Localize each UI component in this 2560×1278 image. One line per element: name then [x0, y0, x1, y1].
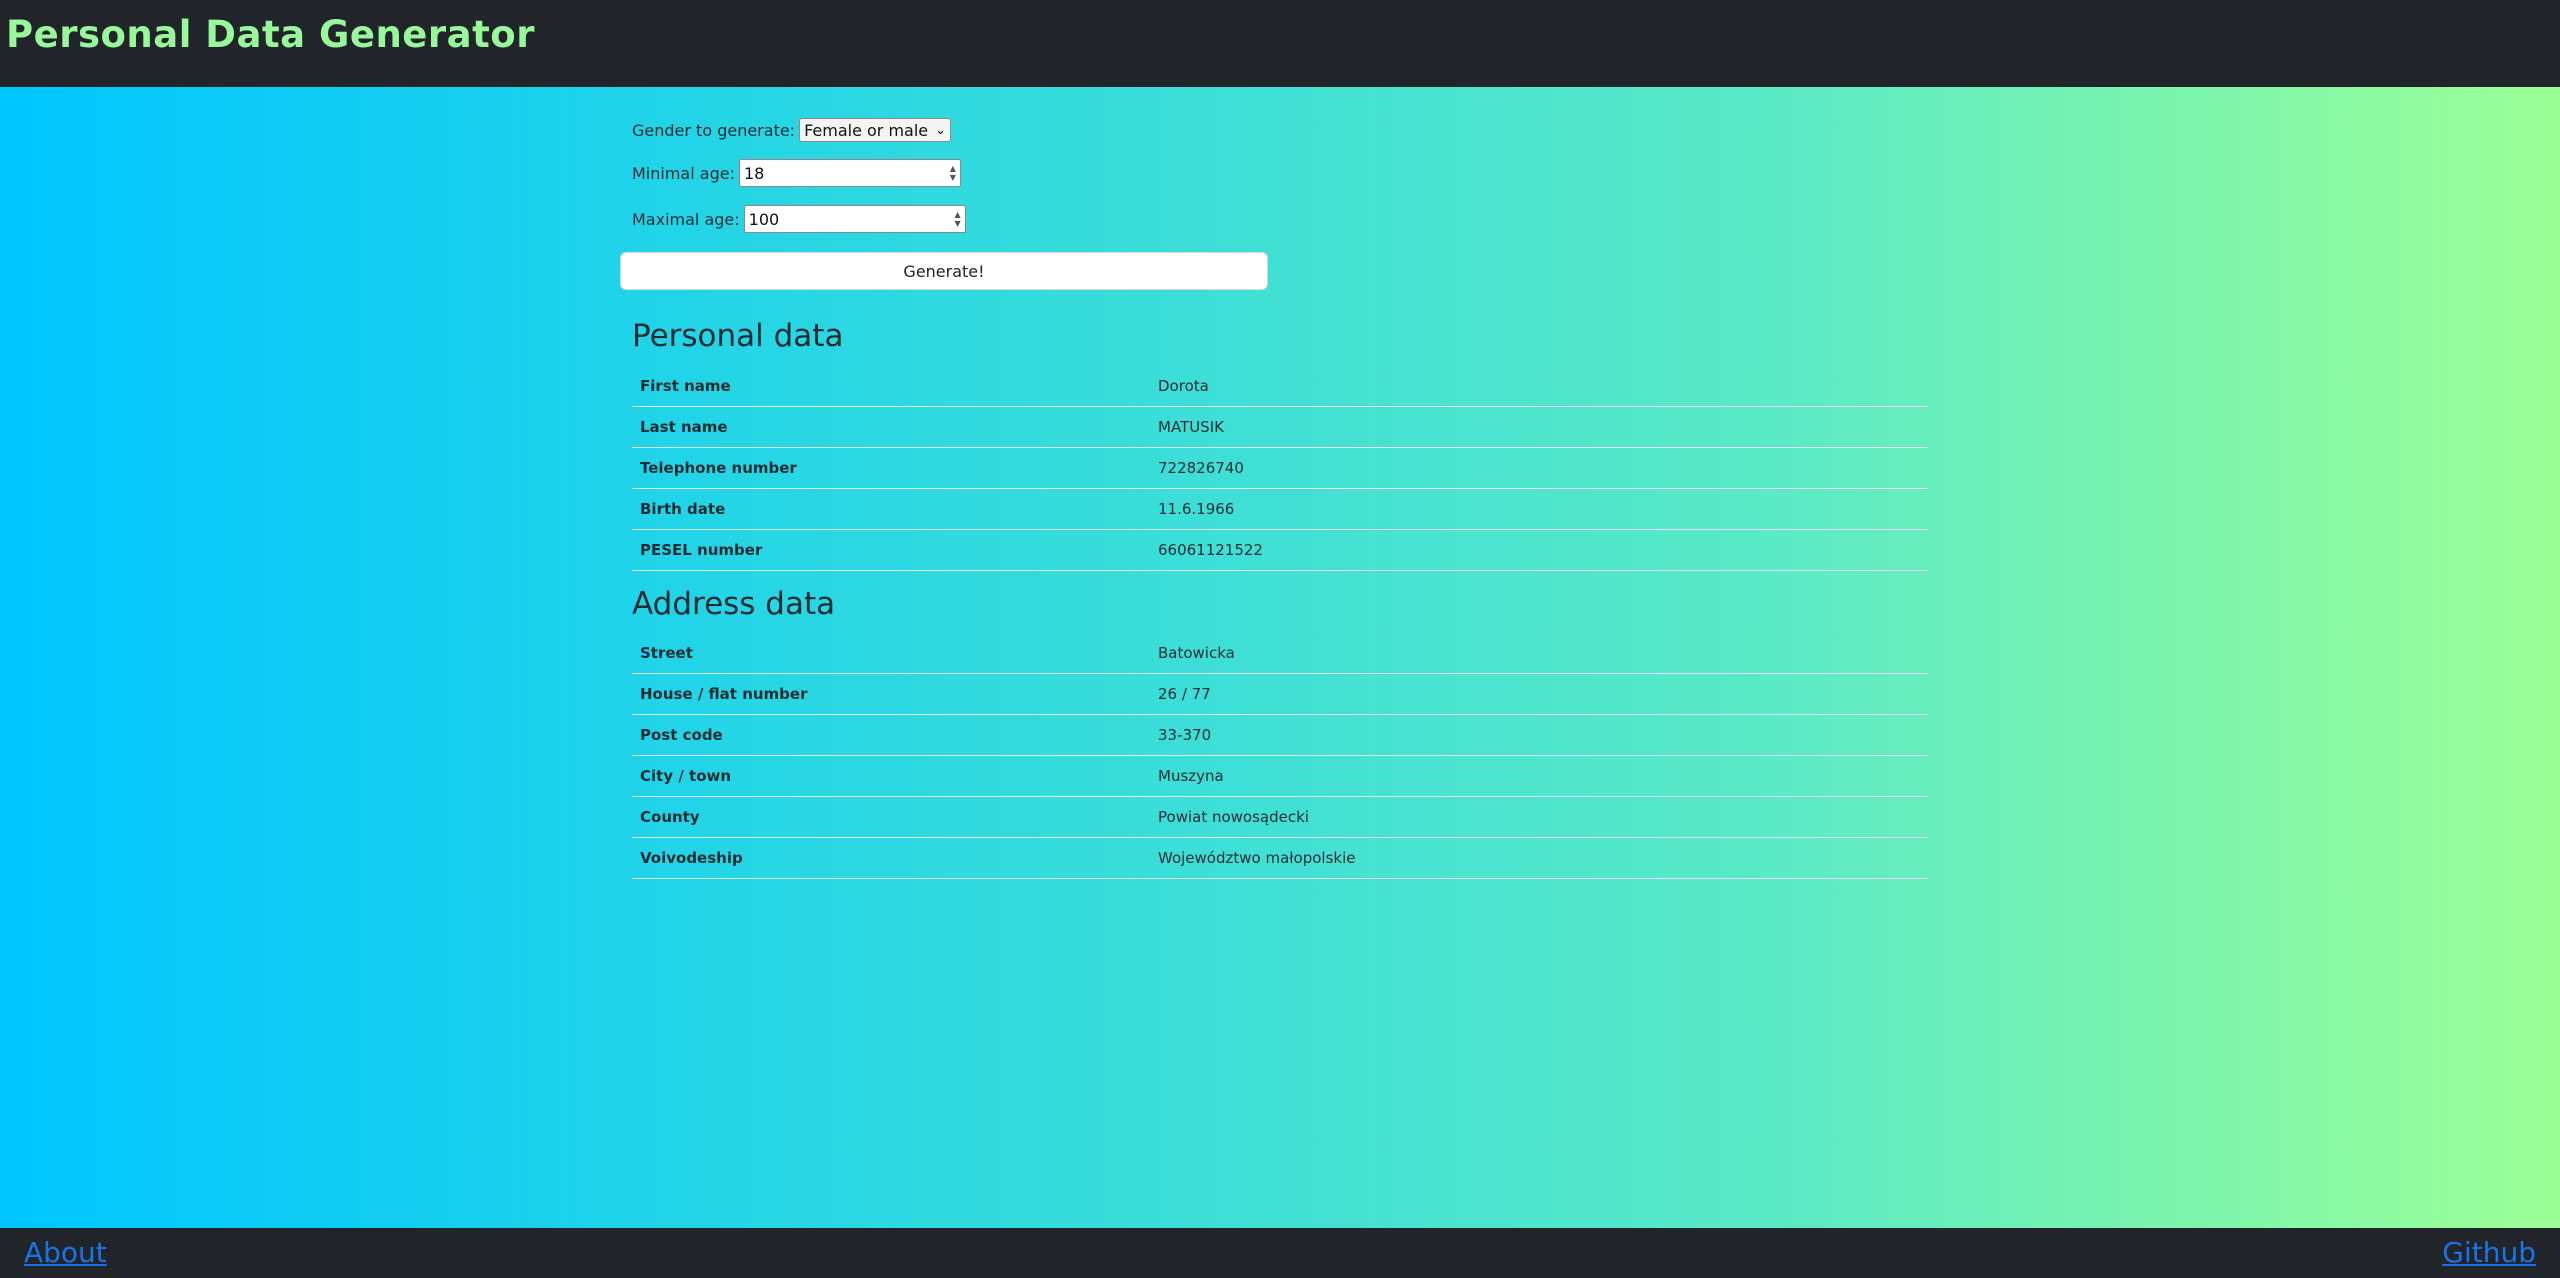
row-value: Batowicka	[1150, 633, 1928, 674]
table-row: Telephone number 722826740	[632, 447, 1928, 489]
row-label: PESEL number	[632, 529, 1150, 571]
row-label: Voivodeship	[632, 837, 1150, 879]
table-row: Voivodeship Województwo małopolskie	[632, 837, 1928, 879]
row-label: House / flat number	[632, 673, 1150, 715]
gender-label: Gender to generate:	[632, 120, 796, 140]
table-row: Birth date 11.6.1966	[632, 488, 1928, 530]
row-label: Telephone number	[632, 447, 1150, 489]
row-value: 722826740	[1150, 447, 1928, 489]
row-label: Last name	[632, 406, 1150, 448]
row-label: First name	[632, 366, 1150, 407]
table-row: Last name MATUSIK	[632, 406, 1928, 448]
app-title: Personal Data Generator	[6, 13, 535, 56]
max-age-row: Maximal age: 100 ▲ ▼	[632, 205, 966, 233]
table-row: City / town Muszyna	[632, 755, 1928, 797]
row-label: City / town	[632, 755, 1150, 797]
chevron-down-icon: ⌄	[935, 122, 947, 138]
max-age-input[interactable]: 100 ▲ ▼	[743, 205, 966, 233]
row-label: Street	[632, 633, 1150, 674]
min-age-value: 18	[743, 163, 765, 183]
github-link[interactable]: Github	[2442, 1236, 2536, 1269]
row-value: Województwo małopolskie	[1150, 837, 1928, 879]
address-data-title: Address data	[632, 586, 836, 622]
max-age-value: 100	[748, 209, 780, 229]
spinner-icon[interactable]: ▲ ▼	[950, 164, 956, 182]
generate-button[interactable]: Generate!	[620, 252, 1268, 290]
row-label: Birth date	[632, 488, 1150, 530]
gender-row: Gender to generate: Female or male ⌄	[632, 116, 952, 144]
gender-select-value: Female or male	[804, 120, 929, 140]
table-row: County Powiat nowosądecki	[632, 796, 1928, 838]
min-age-label: Minimal age:	[632, 163, 735, 183]
address-data-table: Street Batowicka House / flat number 26 …	[632, 633, 1928, 879]
table-row: First name Dorota	[632, 366, 1928, 407]
personal-data-table: First name Dorota Last name MATUSIK Tele…	[632, 366, 1928, 571]
table-row: House / flat number 26 / 77	[632, 673, 1928, 715]
max-age-label: Maximal age:	[632, 209, 740, 229]
row-value: MATUSIK	[1150, 406, 1928, 448]
table-row: Street Batowicka	[632, 633, 1928, 674]
gender-select[interactable]: Female or male ⌄	[799, 118, 952, 142]
table-row: PESEL number 66061121522	[632, 529, 1928, 571]
row-value: 66061121522	[1150, 529, 1928, 571]
min-age-row: Minimal age: 18 ▲ ▼	[632, 159, 961, 187]
row-value: 26 / 77	[1150, 673, 1928, 715]
personal-data-title: Personal data	[632, 318, 844, 354]
row-label: County	[632, 796, 1150, 838]
row-value: Powiat nowosądecki	[1150, 796, 1928, 838]
table-row: Post code 33-370	[632, 714, 1928, 756]
row-value: Muszyna	[1150, 755, 1928, 797]
spinner-icon[interactable]: ▲ ▼	[954, 210, 960, 228]
row-value: Dorota	[1150, 366, 1928, 407]
top-bar: Personal Data Generator	[0, 0, 2560, 87]
row-value: 11.6.1966	[1150, 488, 1928, 530]
footer-bar: About Github	[0, 1228, 2560, 1278]
row-label: Post code	[632, 714, 1150, 756]
row-value: 33-370	[1150, 714, 1928, 756]
about-link[interactable]: About	[24, 1236, 107, 1269]
min-age-input[interactable]: 18 ▲ ▼	[738, 159, 961, 187]
